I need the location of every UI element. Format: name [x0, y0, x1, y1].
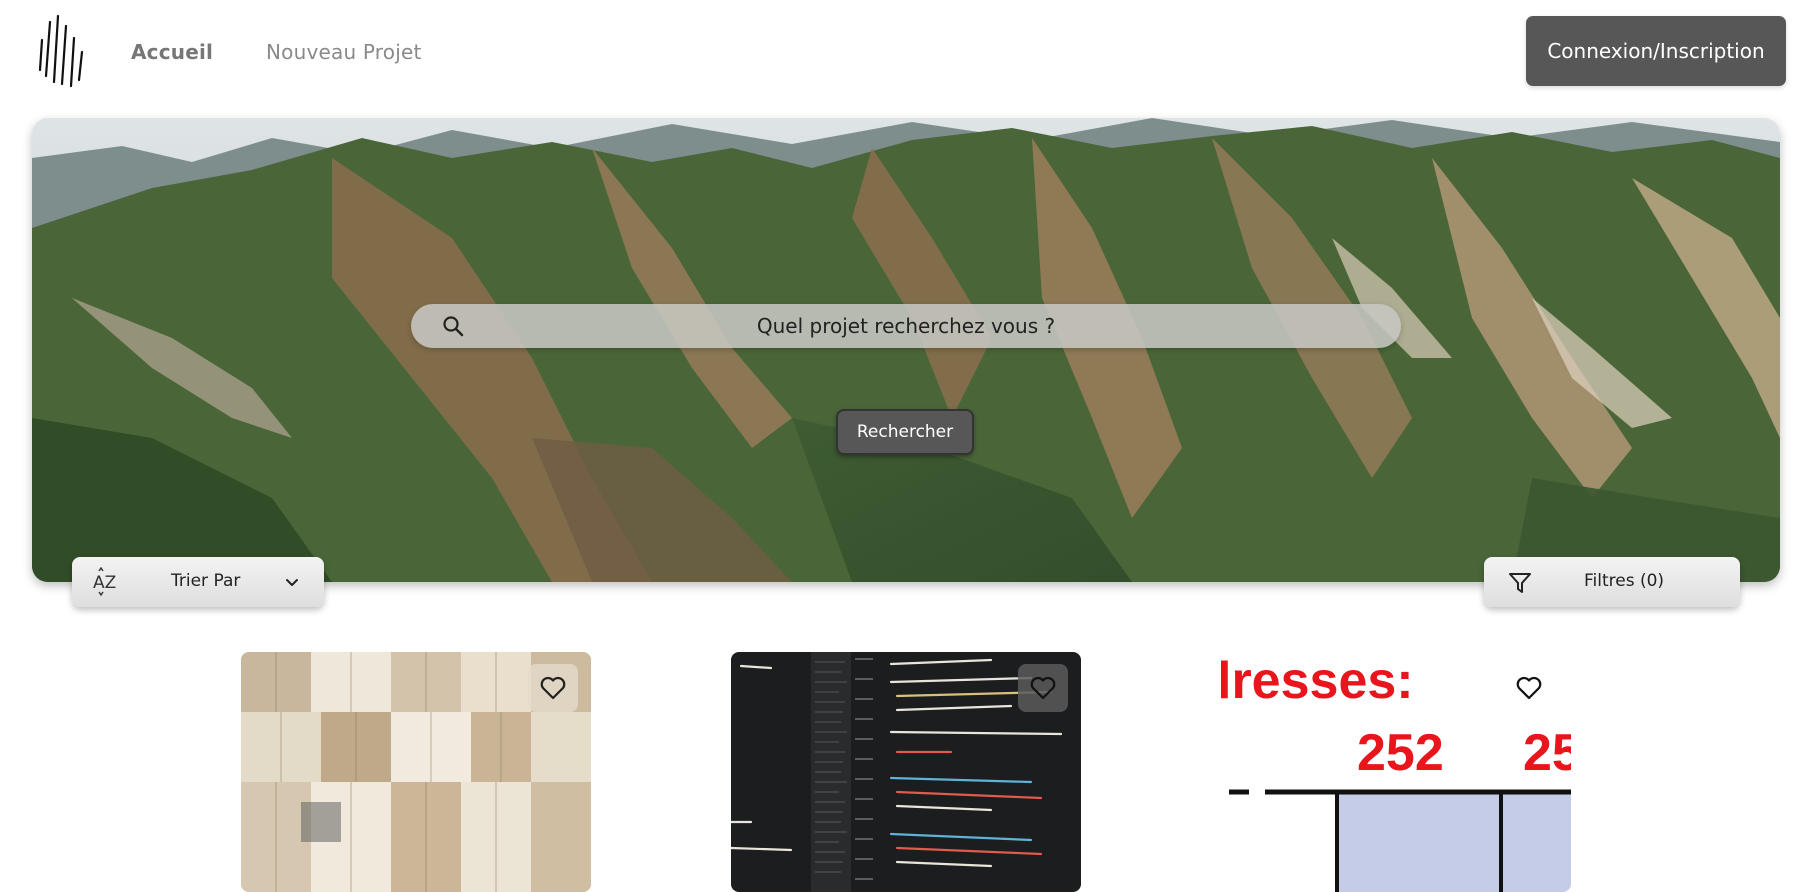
filter-label: Filtres (0) [1584, 571, 1665, 591]
search-input[interactable] [411, 304, 1401, 348]
project-card[interactable] [731, 652, 1081, 892]
search-icon [443, 316, 464, 337]
svg-text:AZ: AZ [93, 573, 116, 593]
sort-az-icon: AZ [93, 567, 116, 597]
favorite-button[interactable] [528, 664, 578, 712]
hero-banner: Rechercher [32, 118, 1780, 582]
logo-icon[interactable] [38, 12, 84, 88]
svg-text:lresses:: lresses: [1221, 652, 1414, 710]
nav-home-link[interactable]: Accueil [131, 40, 213, 64]
mountain-background [32, 118, 1780, 582]
svg-text:252: 252 [1357, 724, 1444, 782]
project-card[interactable] [241, 652, 591, 892]
heart-icon [540, 676, 566, 700]
heart-icon [1030, 676, 1056, 700]
nav-new-project-link[interactable]: Nouveau Projet [266, 40, 422, 64]
filter-button[interactable]: Filtres (0) [1484, 557, 1740, 607]
svg-text:25: 25 [1523, 724, 1571, 782]
sort-dropdown[interactable]: AZ Trier Par [72, 557, 324, 607]
chevron-down-icon [286, 579, 298, 586]
filter-icon [1509, 573, 1531, 593]
header: Accueil Nouveau Projet Connexion/Inscrip… [0, 0, 1805, 110]
heart-icon [1516, 676, 1542, 700]
project-card[interactable]: lresses: 252 25 [1221, 652, 1571, 892]
favorite-button[interactable] [1018, 664, 1068, 712]
sort-label: Trier Par [171, 571, 241, 591]
login-button[interactable]: Connexion/Inscription [1526, 16, 1786, 86]
favorite-button[interactable] [1504, 664, 1554, 712]
search-bar [411, 304, 1401, 348]
search-button[interactable]: Rechercher [836, 409, 974, 455]
